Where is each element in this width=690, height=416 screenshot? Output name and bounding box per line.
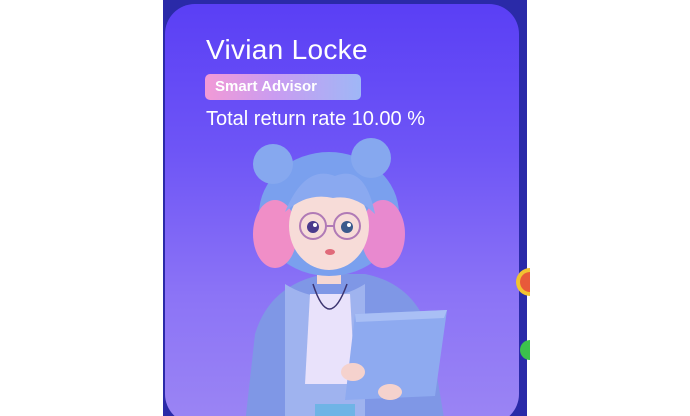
- advisor-panel: Vivian Locke Smart Advisor Total return …: [163, 0, 527, 416]
- advisor-name: Vivian Locke: [206, 34, 368, 65]
- advisor-avatar-illustration: [245, 138, 447, 416]
- smart-advisor-badge: Smart Advisor: [205, 74, 361, 100]
- partial-next-card-icon[interactable]: [516, 260, 530, 360]
- total-return-rate: Total return rate 10.00 %: [206, 108, 426, 130]
- advisor-card[interactable]: Vivian Locke Smart Advisor Total return …: [165, 4, 519, 416]
